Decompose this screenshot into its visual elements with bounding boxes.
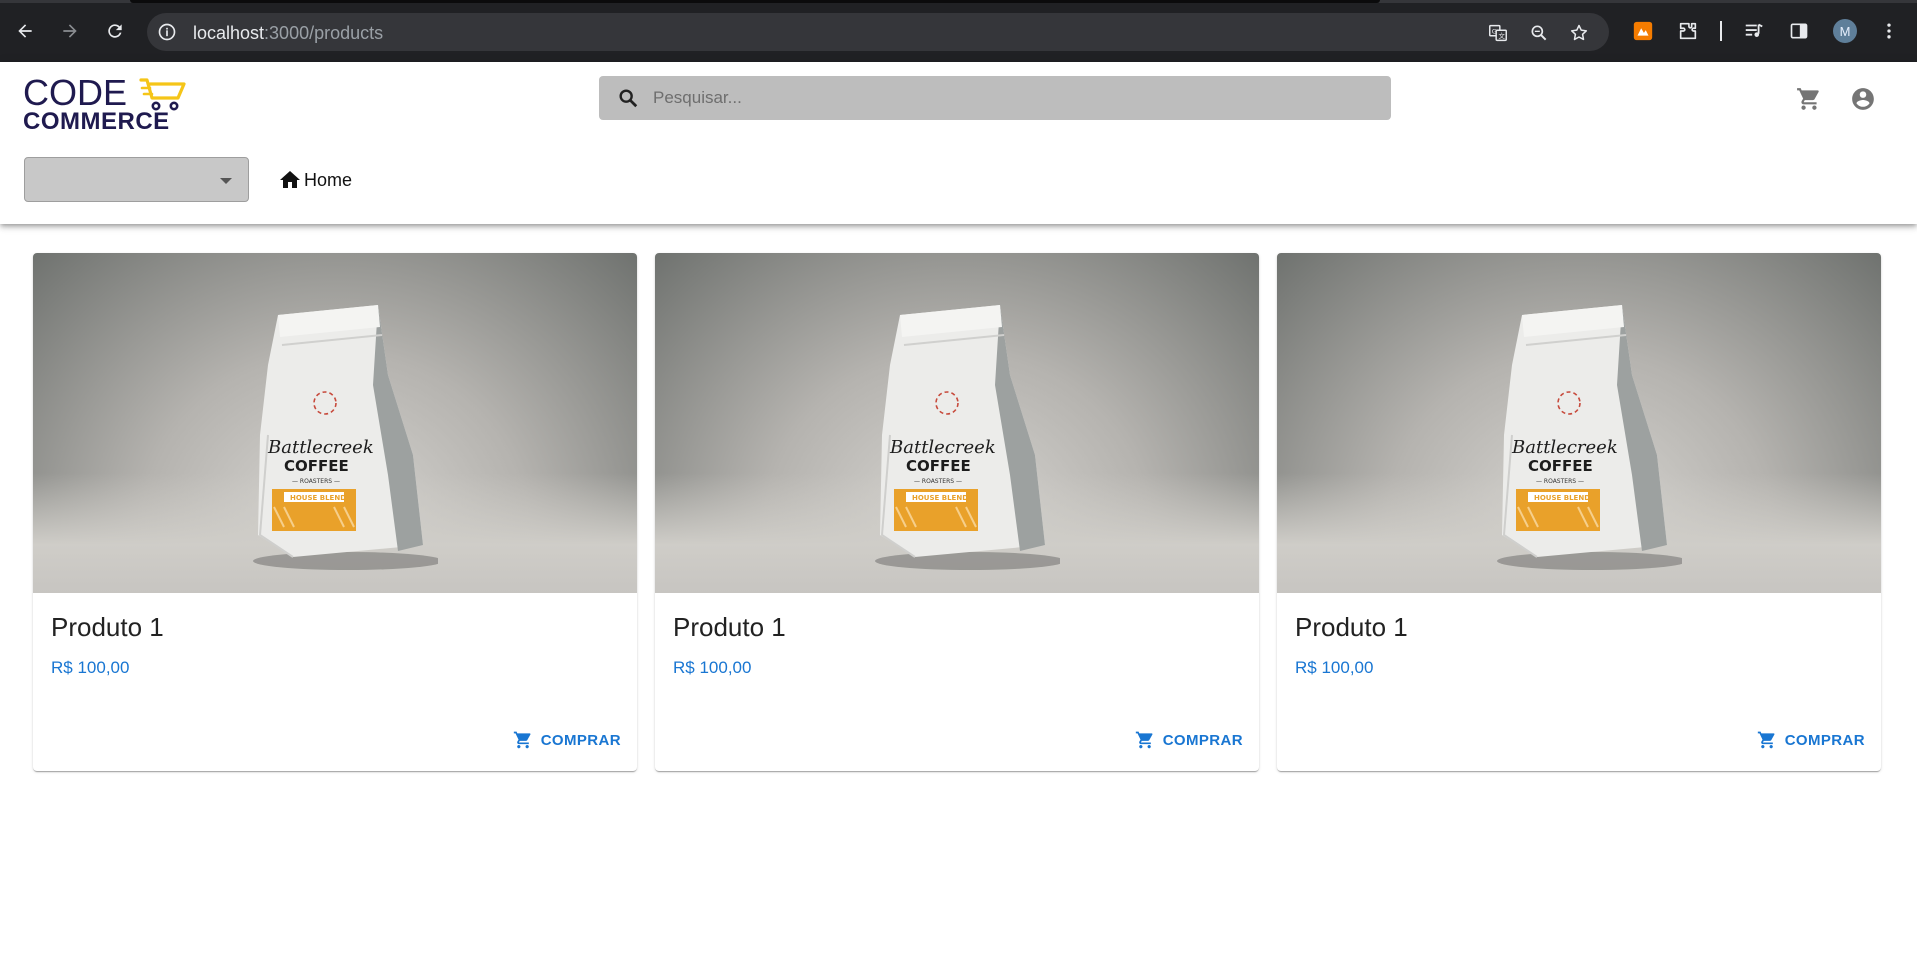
active-tab-edge [130,0,1380,3]
site-info-icon[interactable] [157,22,177,42]
translate-icon[interactable]: G文 [1487,22,1509,44]
svg-text:— ROASTERS —: — ROASTERS — [914,478,962,485]
product-card: Battlecreek COFFEE — ROASTERS — HOUSE BL… [1277,253,1881,771]
product-price: R$ 100,00 [51,658,130,677]
browser-menu-icon[interactable] [1877,19,1901,43]
svg-text:COFFEE: COFFEE [284,457,349,475]
search-icon [619,89,638,108]
account-circle-icon[interactable] [1849,85,1877,113]
cart-icon [1757,731,1775,749]
product-image: Battlecreek COFFEE — ROASTERS — HOUSE BL… [655,253,1259,593]
profile-avatar[interactable]: M [1833,19,1857,43]
product-title: Produto 1 [673,612,786,642]
address-bar[interactable]: localhost:3000/products G文 [147,13,1609,51]
buy-button[interactable]: COMPRAR [1129,723,1249,757]
product-card: Battlecreek COFFEE — ROASTERS — HOUSE BL… [33,253,637,771]
buy-button[interactable]: COMPRAR [1751,723,1871,757]
home-link-label: Home [304,169,353,190]
product-title: Produto 1 [1295,612,1408,642]
address-url[interactable]: localhost:3000/products [193,23,383,44]
svg-text:HOUSE BLEND: HOUSE BLEND [1534,494,1590,502]
cart-icon [1135,731,1153,749]
chevron-down-icon [220,178,232,184]
svg-text:G: G [1492,27,1497,35]
svg-text:Battlecreek: Battlecreek [889,437,996,458]
product-price: R$ 100,00 [673,658,752,677]
svg-text:— ROASTERS —: — ROASTERS — [292,478,340,485]
buy-button-label: COMPRAR [1162,731,1243,749]
cart-icon[interactable] [1795,85,1823,113]
cart-icon [513,731,531,749]
home-icon [280,171,300,188]
brand-logo[interactable]: CODE COMMERCE [23,72,193,138]
side-panel-icon[interactable] [1787,19,1811,43]
back-icon[interactable] [12,18,38,44]
coffee-bag-image: Battlecreek COFFEE — ROASTERS — HOUSE BL… [253,305,438,570]
bookmark-star-icon[interactable] [1568,22,1590,44]
svg-text:文: 文 [1498,31,1505,40]
search-input[interactable] [653,76,1373,120]
product-image: Battlecreek COFFEE — ROASTERS — HOUSE BL… [33,253,637,593]
zoom-icon[interactable] [1528,22,1550,44]
svg-text:Battlecreek: Battlecreek [267,437,374,458]
svg-text:HOUSE BLEND: HOUSE BLEND [912,494,968,502]
logo-cart-icon [139,78,186,111]
coffee-bag-image: Battlecreek COFFEE — ROASTERS — HOUSE BL… [1497,305,1682,570]
extension-orange-icon[interactable] [1631,19,1655,43]
extensions-puzzle-icon[interactable] [1676,19,1700,43]
category-select[interactable] [24,157,249,202]
product-grid: Battlecreek COFFEE — ROASTERS — HOUSE BL… [33,253,1881,773]
buy-button-label: COMPRAR [1784,731,1865,749]
svg-text:COFFEE: COFFEE [1528,457,1593,475]
product-title: Produto 1 [51,612,164,642]
browser-toolbar: localhost:3000/products G文 M [0,0,1917,62]
search-box[interactable] [599,76,1391,120]
forward-icon[interactable] [57,18,83,44]
toolbar-separator [1720,21,1722,41]
product-card: Battlecreek COFFEE — ROASTERS — HOUSE BL… [655,253,1259,771]
buy-button[interactable]: COMPRAR [507,723,627,757]
product-image: Battlecreek COFFEE — ROASTERS — HOUSE BL… [1277,253,1881,593]
svg-text:HOUSE BLEND: HOUSE BLEND [290,494,346,502]
url-path: :3000/products [264,23,384,43]
url-host: localhost [193,23,265,43]
svg-text:COFFEE: COFFEE [906,457,971,475]
home-link[interactable]: Home [278,167,352,193]
svg-text:— ROASTERS —: — ROASTERS — [1536,478,1584,485]
app-header: CODE COMMERCE Home [0,62,1917,224]
coffee-bag-image: Battlecreek COFFEE — ROASTERS — HOUSE BL… [875,305,1060,570]
reload-icon[interactable] [102,18,128,44]
media-queue-icon[interactable] [1742,19,1766,43]
svg-text:Battlecreek: Battlecreek [1511,437,1618,458]
product-price: R$ 100,00 [1295,658,1374,677]
buy-button-label: COMPRAR [540,731,621,749]
